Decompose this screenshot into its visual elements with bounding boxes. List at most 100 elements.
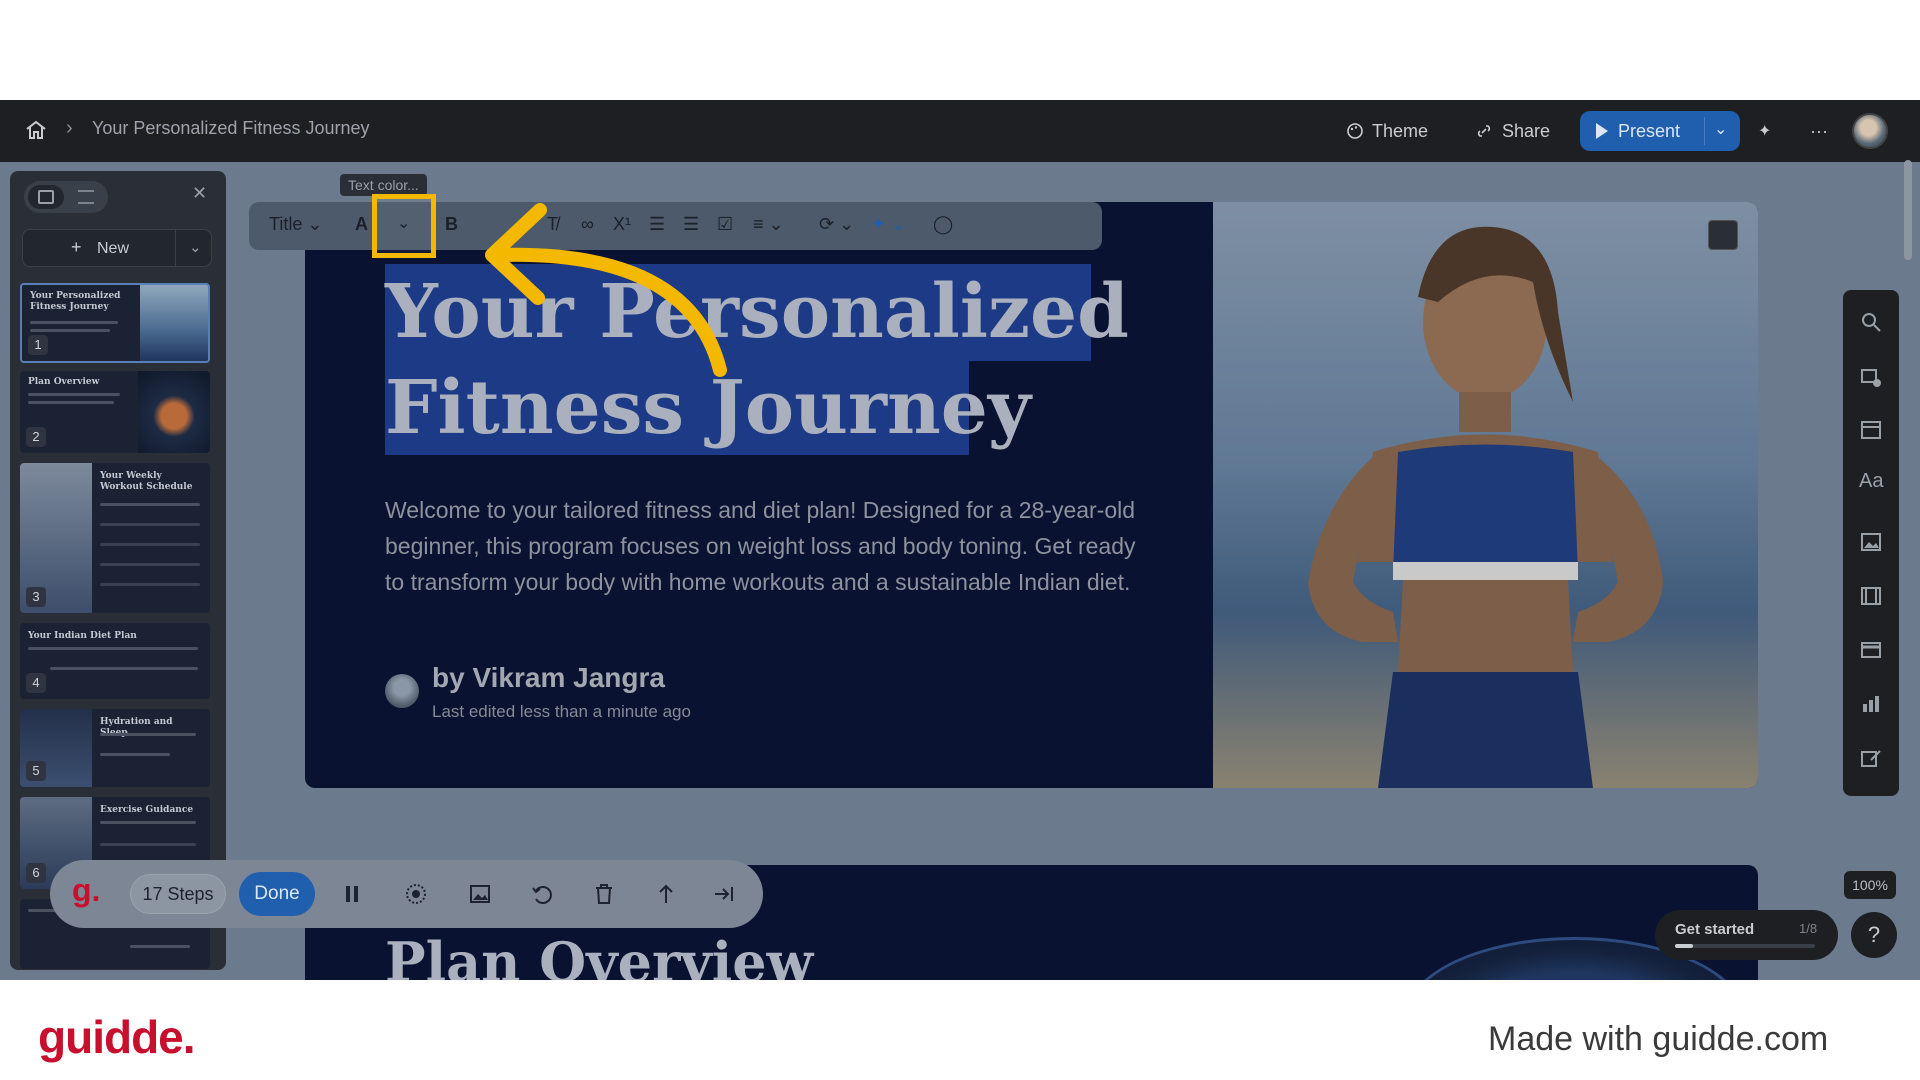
home-icon[interactable] <box>24 118 48 142</box>
recorder-bar: g. 17 Steps Done <box>50 860 763 928</box>
thumb-title: Your Weekly Workout Schedule <box>100 471 193 492</box>
slides-panel: ✕ + New ⌄ Your Personalized Fitness Jour… <box>10 171 226 970</box>
new-divider <box>175 230 176 266</box>
comment-icon[interactable]: ◯ <box>933 214 953 235</box>
slide-2-title[interactable]: Plan Overview <box>385 930 813 980</box>
thumb-line <box>30 329 110 332</box>
thumb-number: 6 <box>26 863 46 883</box>
chevron-down-icon[interactable]: ⌄ <box>1714 119 1727 139</box>
screenshot-frame: › Your Personalized Fitness Journey Them… <box>0 0 1920 1080</box>
thumb-line <box>28 393 120 396</box>
thumb-line <box>100 523 200 526</box>
theme-label: Theme <box>1372 120 1429 141</box>
present-label: Present <box>1618 120 1681 141</box>
image-icon[interactable] <box>1859 530 1883 554</box>
thumb-title: Your Indian Diet Plan <box>28 631 137 641</box>
link-icon <box>1477 125 1491 137</box>
thumb-line <box>100 583 200 586</box>
slide-body[interactable]: Welcome to your tailored fitness and die… <box>385 492 1145 600</box>
embed-icon[interactable] <box>1859 638 1883 662</box>
thumb-line <box>28 647 198 650</box>
image-icon[interactable] <box>468 882 492 906</box>
share-button[interactable]: Share <box>1474 114 1550 148</box>
present-button[interactable]: Present ⌄ <box>1580 111 1740 151</box>
text-color-icon[interactable]: A <box>355 214 368 235</box>
filmstrip-icon[interactable] <box>38 190 54 204</box>
theme-button[interactable]: Theme <box>1346 114 1428 148</box>
new-slide-button[interactable]: + New ⌄ <box>22 229 212 267</box>
get-started-widget[interactable]: Get started 1/8 <box>1655 910 1838 960</box>
upload-icon[interactable] <box>654 882 678 906</box>
trash-icon[interactable] <box>592 882 616 906</box>
last-edited: Last edited less than a minute ago <box>432 702 691 721</box>
slide-thumb-2[interactable]: Plan Overview 2 <box>20 371 210 453</box>
app-window: › Your Personalized Fitness Journey Them… <box>0 100 1920 980</box>
thumb-line <box>100 543 200 546</box>
add-card-icon[interactable] <box>1859 365 1883 389</box>
transform-icon[interactable]: ⟳ ⌄ <box>819 214 854 235</box>
thumb-line <box>100 753 170 756</box>
guidde-brand: guidde. <box>38 1011 196 1063</box>
undo-icon[interactable] <box>530 882 554 906</box>
chart-icon[interactable] <box>1859 692 1883 716</box>
search-icon[interactable] <box>1859 310 1883 334</box>
new-label: New <box>97 240 130 257</box>
present-divider <box>1704 117 1705 145</box>
list-icon[interactable] <box>78 190 94 204</box>
slide-thumb-1[interactable]: Your Personalized Fitness Journey 1 <box>20 283 210 363</box>
scrollbar[interactable] <box>1904 160 1912 260</box>
author-byline[interactable]: by Vikram Jangra <box>432 662 665 694</box>
get-started-label: Get started <box>1675 921 1755 938</box>
video-icon[interactable] <box>1859 584 1883 608</box>
thumb-number: 4 <box>26 673 46 693</box>
slide-thumb-3[interactable]: Your Weekly Workout Schedule 3 <box>20 463 210 613</box>
slide-thumb-5[interactable]: Hydration and Sleep 5 <box>20 709 210 787</box>
tools-rail: Aa <box>1843 290 1899 796</box>
user-avatar[interactable] <box>1852 113 1888 149</box>
top-bar: › Your Personalized Fitness Journey Them… <box>0 100 1920 162</box>
text-style-dropdown[interactable]: Title ⌄ <box>269 214 322 235</box>
chevron-down-icon[interactable]: ⌄ <box>189 238 202 256</box>
thumb-line <box>100 503 200 506</box>
slide-thumb-4[interactable]: Your Indian Diet Plan 4 <box>20 623 210 699</box>
thumb-number: 3 <box>26 587 46 607</box>
bold-icon[interactable]: B <box>445 214 458 235</box>
tooltip: Text color... <box>340 174 427 196</box>
zoom-level[interactable]: 100% <box>1844 871 1896 899</box>
help-button[interactable]: ? <box>1851 912 1897 958</box>
thumb-line <box>100 563 200 566</box>
chevron-down-icon: ⌄ <box>397 215 411 232</box>
notes-icon[interactable] <box>1708 220 1738 250</box>
share-label: Share <box>1502 120 1551 141</box>
thumb-line <box>30 321 118 324</box>
view-toggle[interactable] <box>24 181 108 213</box>
steps-counter[interactable]: 17 Steps <box>130 874 226 914</box>
thumb-image <box>140 285 208 361</box>
thumb-line <box>130 945 190 948</box>
layout-icon[interactable] <box>1859 418 1883 442</box>
more-icon[interactable]: ··· <box>1810 114 1828 148</box>
pause-icon[interactable] <box>340 882 364 906</box>
align-icon[interactable]: ≡ ⌄ <box>753 214 784 235</box>
close-icon[interactable]: ✕ <box>192 183 207 204</box>
get-started-count: 1/8 <box>1799 921 1818 936</box>
guidde-logo: g. <box>72 872 101 908</box>
text-style-label: Title <box>269 214 303 234</box>
edit-icon[interactable] <box>1859 746 1883 770</box>
thumb-image <box>138 371 210 453</box>
blur-icon[interactable] <box>404 882 428 906</box>
done-button[interactable]: Done <box>239 872 315 916</box>
ai-sparkle-icon[interactable]: ✦ ⌄ <box>871 214 906 235</box>
breadcrumb-title[interactable]: Your Personalized Fitness Journey <box>92 118 370 139</box>
progress-fill <box>1675 944 1693 948</box>
slide-image[interactable] <box>1213 202 1758 788</box>
thumb-line <box>28 401 114 404</box>
skip-end-icon[interactable] <box>712 882 736 906</box>
sparkle-icon[interactable]: ✦ <box>1758 114 1771 148</box>
thumb-line <box>100 843 196 846</box>
footer: guidde. Made with guidde.com <box>0 994 1920 1080</box>
highlighted-color-dropdown[interactable]: ⌄ <box>372 194 436 258</box>
author-avatar <box>385 674 419 708</box>
plus-icon: + <box>71 237 82 257</box>
font-icon[interactable]: Aa <box>1859 470 1883 494</box>
